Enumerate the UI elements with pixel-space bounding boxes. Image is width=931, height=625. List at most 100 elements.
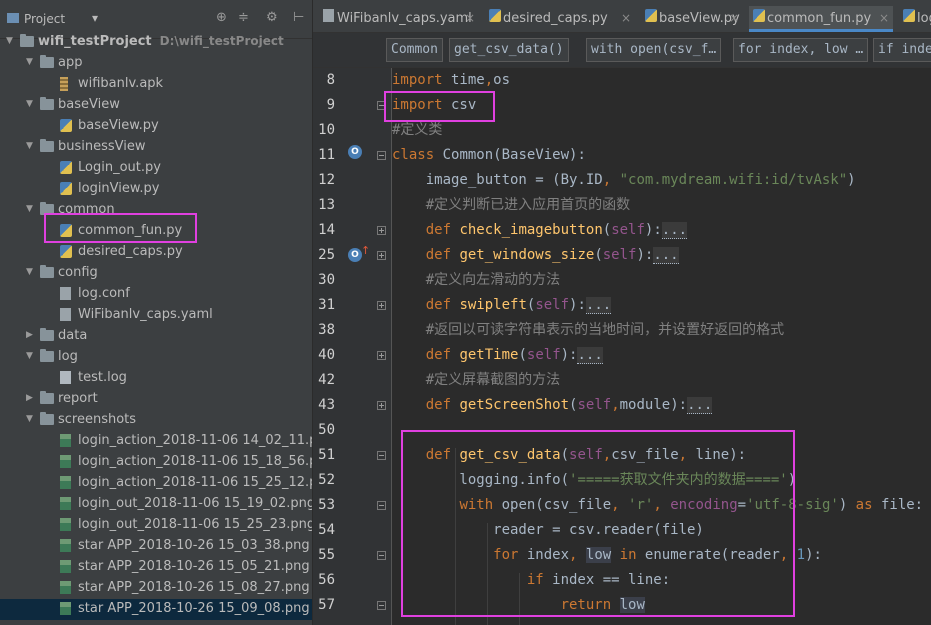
tree-folder-common[interactable]: ▼ common bbox=[0, 200, 312, 221]
expand-arrow-icon[interactable]: ▶ bbox=[26, 330, 36, 340]
collapse-fold-icon[interactable] bbox=[377, 501, 386, 510]
code-editor[interactable]: import time,os import csv #定义类 class Common… bbox=[392, 68, 931, 625]
line-number: 25 bbox=[318, 247, 335, 263]
hide-icon[interactable]: ⊢ bbox=[293, 10, 304, 25]
code-line: for index, low in enumerate(reader, 1): bbox=[493, 547, 822, 563]
close-tab-icon[interactable]: × bbox=[879, 11, 889, 25]
tree-folder-baseview[interactable]: ▼ baseView bbox=[0, 95, 312, 116]
tree-file[interactable]: log.conf bbox=[0, 284, 312, 305]
tree-file[interactable]: baseView.py bbox=[0, 116, 312, 137]
tree-folder-screenshots[interactable]: ▼ screenshots bbox=[0, 410, 312, 431]
image-file-icon bbox=[60, 476, 71, 489]
tree-file[interactable]: star APP_2018-10-26 15_09_08.png bbox=[0, 599, 312, 620]
code-line: with open(csv_file, 'r', encoding='utf-8… bbox=[459, 497, 924, 513]
breadcrumb: Common get_csv_data() with open(csv_f… for … bbox=[313, 33, 931, 68]
tree-item-label: star APP_2018-10-26 15_09_08.png bbox=[78, 601, 310, 616]
expand-fold-icon[interactable] bbox=[377, 301, 386, 310]
tree-folder-businessview[interactable]: ▼ businessView bbox=[0, 137, 312, 158]
image-file-icon bbox=[60, 434, 71, 447]
tree-file[interactable]: login_out_2018-11-06 15_19_02.png bbox=[0, 494, 312, 515]
tab-baseview-py[interactable]: baseView.py × bbox=[641, 6, 743, 32]
target-icon[interactable]: ⊕ bbox=[216, 10, 227, 25]
line-number: 8 bbox=[326, 72, 335, 88]
tree-folder-app[interactable]: ▼ app bbox=[0, 53, 312, 74]
tab-common-fun-py[interactable]: common_fun.py × bbox=[749, 6, 893, 32]
breadcrumb-item[interactable]: for index, low … bbox=[733, 38, 869, 62]
tree-item-label: log bbox=[58, 349, 78, 364]
tree-file[interactable]: login_action_2018-11-06 14_02_11.png bbox=[0, 431, 312, 452]
code-line: class Common(BaseView): bbox=[392, 147, 586, 163]
close-tab-icon[interactable]: × bbox=[465, 11, 475, 25]
breadcrumb-item[interactable]: Common bbox=[386, 38, 443, 62]
tree-folder-data[interactable]: ▶ data bbox=[0, 326, 312, 347]
tree-file[interactable]: login_action_2018-11-06 15_18_56.png bbox=[0, 452, 312, 473]
code-line: reader = csv.reader(file) bbox=[392, 522, 704, 538]
tree-folder-log[interactable]: ▼ log bbox=[0, 347, 312, 368]
image-file-icon bbox=[60, 560, 71, 573]
breadcrumb-item[interactable]: with open(csv_f… bbox=[586, 38, 722, 62]
tree-file[interactable]: star APP_2018-10-26 15_08_27.png bbox=[0, 578, 312, 599]
code-line: def get_csv_data(self,csv_file, line): bbox=[425, 447, 747, 463]
collapse-arrow-icon[interactable]: ▼ bbox=[26, 351, 36, 361]
tree-file[interactable]: login_action_2018-11-06 15_25_12.png bbox=[0, 473, 312, 494]
tab-desired-caps-py[interactable]: desired_caps.py × bbox=[485, 6, 635, 32]
close-tab-icon[interactable]: × bbox=[729, 11, 739, 25]
tree-file[interactable]: star APP_2018-10-26 15_05_21.png bbox=[0, 557, 312, 578]
collapse-fold-icon[interactable] bbox=[377, 101, 386, 110]
collapse-arrow-icon[interactable]: ▼ bbox=[26, 267, 36, 277]
collapse-arrow-icon[interactable]: ▼ bbox=[26, 204, 36, 214]
tree-file[interactable]: star APP_2018-10-26 15_03_38.png bbox=[0, 536, 312, 557]
tree-item-label: screenshots bbox=[58, 412, 137, 427]
collapse-fold-icon[interactable] bbox=[377, 151, 386, 160]
collapse-fold-icon[interactable] bbox=[377, 551, 386, 560]
collapse-arrow-icon[interactable]: ▼ bbox=[26, 141, 36, 151]
collapse-arrow-icon[interactable]: ▼ bbox=[26, 414, 36, 424]
tab-label: baseView.py bbox=[659, 11, 740, 26]
tree-file[interactable]: Login_out.py bbox=[0, 158, 312, 179]
expand-fold-icon[interactable] bbox=[377, 401, 386, 410]
tree-file[interactable]: login_out_2018-11-06 15_25_23.png bbox=[0, 515, 312, 536]
project-view-dropdown[interactable]: ▾ bbox=[92, 11, 98, 25]
breadcrumb-item[interactable]: get_csv_data() bbox=[449, 38, 569, 62]
tree-file[interactable]: WiFibanlv_caps.yaml bbox=[0, 305, 312, 326]
overridden-method-icon[interactable]: O bbox=[348, 145, 362, 159]
close-tab-icon[interactable]: × bbox=[621, 11, 631, 25]
tab-wifibanlv-caps-yaml[interactable]: WiFibanlv_caps.yaml × bbox=[319, 6, 479, 32]
project-icon bbox=[7, 13, 19, 23]
expand-fold-icon[interactable] bbox=[377, 351, 386, 360]
tree-file[interactable]: desired_caps.py bbox=[0, 242, 312, 263]
overriding-method-icon[interactable]: O bbox=[348, 248, 362, 262]
tree-file[interactable]: test.log bbox=[0, 368, 312, 389]
code-line: #定义类 bbox=[392, 122, 443, 138]
gear-icon[interactable]: ⚙ bbox=[266, 10, 278, 25]
collapse-arrow-icon[interactable]: ▼ bbox=[6, 36, 16, 46]
tree-file[interactable]: wifibanlv.apk bbox=[0, 74, 312, 95]
expand-fold-icon[interactable] bbox=[377, 226, 386, 235]
line-number: 12 bbox=[318, 172, 335, 188]
folder-icon bbox=[40, 412, 54, 425]
tab-label: WiFibanlv_caps.yaml bbox=[337, 11, 472, 26]
project-panel: Project ▾ ⊕ ≑ ⚙ ⊢ ▼ wifi_testProject D:\wi… bbox=[0, 0, 313, 625]
tree-file[interactable]: loginView.py bbox=[0, 179, 312, 200]
collapse-arrow-icon[interactable]: ▼ bbox=[26, 57, 36, 67]
sort-icon[interactable]: ≑ bbox=[238, 10, 249, 25]
folder-icon bbox=[40, 202, 54, 215]
tree-folder-config[interactable]: ▼ config bbox=[0, 263, 312, 284]
tree-file[interactable]: common_fun.py bbox=[0, 221, 312, 242]
tab-label: desired_caps.py bbox=[503, 11, 608, 26]
code-line: #定义向左滑动的方法 bbox=[425, 272, 561, 288]
tree-folder-report[interactable]: ▶ report bbox=[0, 389, 312, 410]
collapse-arrow-icon[interactable]: ▼ bbox=[26, 99, 36, 109]
expand-fold-icon[interactable] bbox=[377, 251, 386, 260]
breadcrumb-item[interactable]: if inde bbox=[873, 38, 931, 62]
up-arrow-icon: ↑ bbox=[361, 244, 371, 257]
code-line: #定义屏幕截图的方法 bbox=[425, 372, 561, 388]
collapse-fold-icon[interactable] bbox=[377, 601, 386, 610]
tree-folder-wifi-testproject[interactable]: ▼ wifi_testProject D:\wifi_testProject bbox=[0, 32, 312, 53]
folder-icon bbox=[40, 139, 54, 152]
tab-log[interactable]: log bbox=[899, 6, 931, 32]
config-file-icon bbox=[60, 287, 71, 300]
collapse-fold-icon[interactable] bbox=[377, 451, 386, 460]
expand-arrow-icon[interactable]: ▶ bbox=[26, 393, 36, 403]
